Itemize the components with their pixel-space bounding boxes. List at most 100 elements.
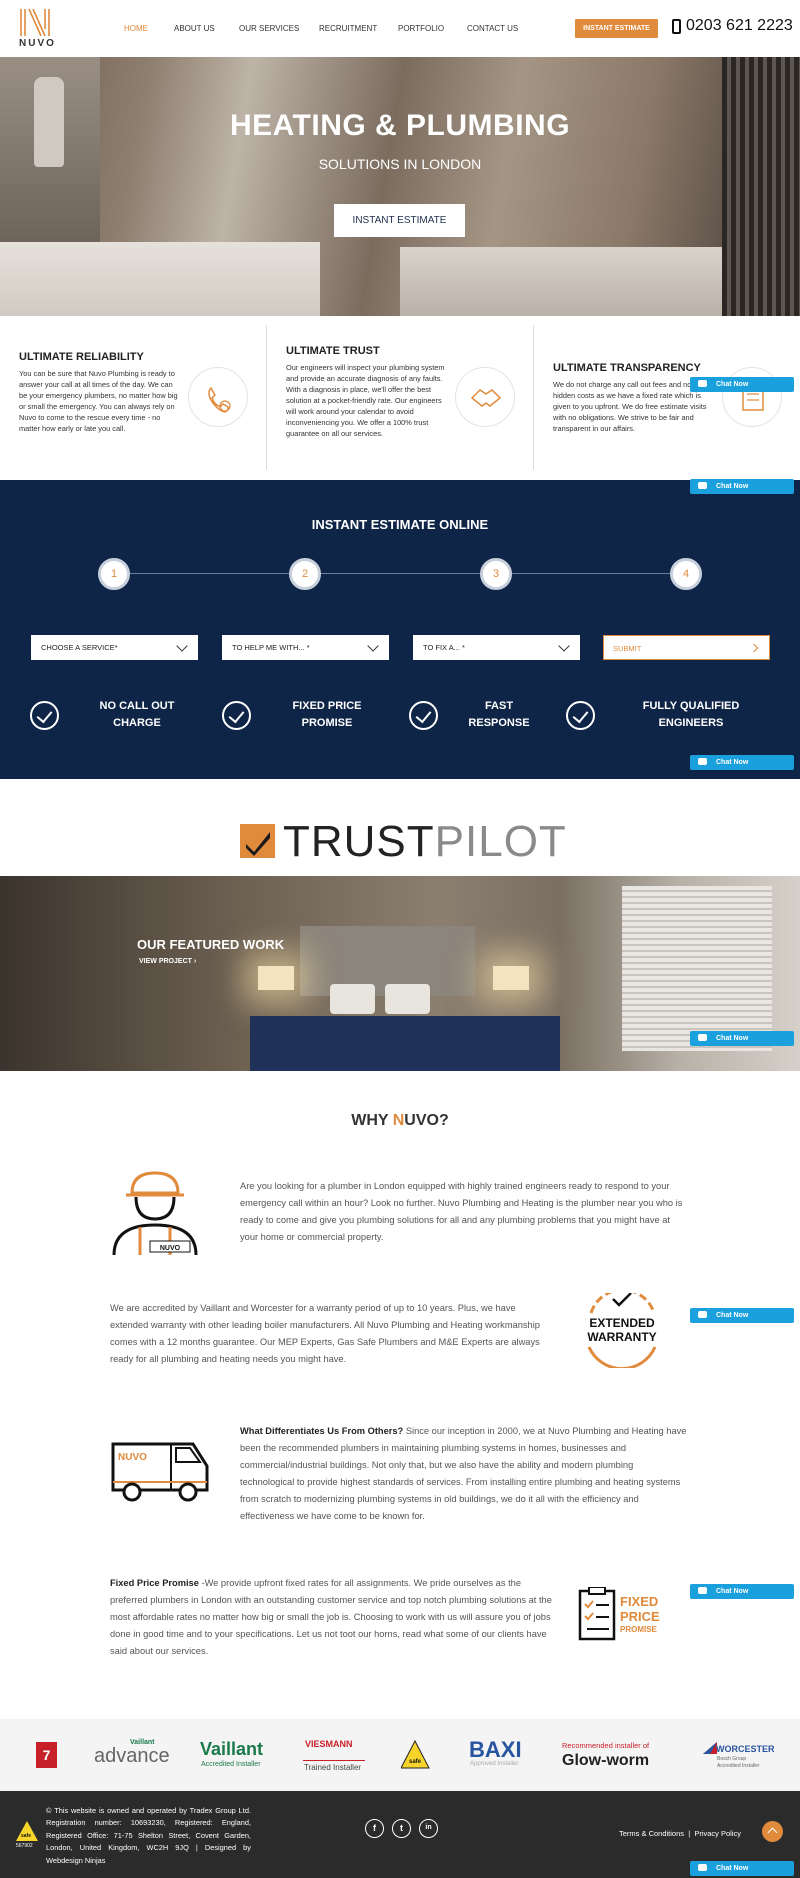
nav-recruitment[interactable]: RECRUITMENT bbox=[319, 24, 377, 33]
help-with-select[interactable]: TO HELP ME WITH... * bbox=[222, 635, 389, 660]
featured-image-bed bbox=[250, 1016, 560, 1071]
feature-divider bbox=[266, 325, 267, 470]
viessmann-logo: VIESMANN bbox=[305, 1739, 353, 1749]
benefit-fast-response: FAST RESPONSE bbox=[449, 698, 549, 732]
back-to-top-button[interactable] bbox=[762, 1821, 783, 1842]
chevron-right-icon bbox=[749, 643, 759, 653]
submit-button[interactable]: SUBMIT bbox=[603, 635, 770, 660]
chat-now-label: Chat Now bbox=[716, 381, 749, 388]
gas-safe-logo: safe bbox=[409, 1759, 422, 1765]
worcester-flag-icon bbox=[703, 1742, 717, 1754]
glowworm-recommended-text: Recommended installer of bbox=[562, 1741, 650, 1750]
featured-image-lamp bbox=[493, 966, 529, 990]
chat-now-label: Chat Now bbox=[716, 759, 749, 766]
nav-about-us[interactable]: ABOUT US bbox=[174, 24, 215, 33]
nav-contact-us[interactable]: CONTACT US bbox=[467, 24, 518, 33]
instant-estimate-section: INSTANT ESTIMATE ONLINE 1 2 3 4 CHOOSE A… bbox=[0, 480, 800, 779]
estimate-title: INSTANT ESTIMATE ONLINE bbox=[311, 517, 489, 532]
help-with-select-value: TO HELP ME WITH... * bbox=[232, 643, 310, 652]
featured-work-banner[interactable]: OUR FEATURED WORK VIEW PROJECT › bbox=[0, 876, 800, 1071]
chat-now-button[interactable]: Chat Now bbox=[690, 377, 794, 392]
nav-our-services[interactable]: OUR SERVICES bbox=[239, 24, 299, 33]
chat-now-button[interactable]: Chat Now bbox=[690, 479, 794, 494]
fpp-line-1: FIXED bbox=[620, 1594, 658, 1609]
chat-bubble-icon bbox=[698, 380, 707, 387]
baxi-logo: BAXI bbox=[469, 1737, 522, 1762]
hero-estimate-button[interactable]: INSTANT ESTIMATE bbox=[334, 204, 465, 237]
van-icon: NUVO bbox=[111, 1442, 209, 1502]
viessmann-trained-text: Trained Installer bbox=[304, 1763, 362, 1772]
phone-icon bbox=[672, 19, 681, 34]
steps-connector-line bbox=[115, 573, 685, 574]
phone-number[interactable]: 0203 621 2223 bbox=[686, 17, 793, 35]
handshake-icon bbox=[470, 389, 502, 407]
glowworm-logo: Glow-worm bbox=[562, 1752, 650, 1769]
header-estimate-button[interactable]: INSTANT ESTIMATE bbox=[575, 19, 658, 38]
linkedin-icon[interactable]: in bbox=[419, 1819, 438, 1838]
view-project-label: VIEW PROJECT bbox=[139, 958, 192, 965]
partners-strip: 7 Vaillant advance Vaillant Accredited I… bbox=[0, 1719, 800, 1791]
engineer-badge-text: NUVO bbox=[160, 1245, 181, 1252]
trustpilot-logo-icon bbox=[240, 824, 275, 858]
feature-title-trust: ULTIMATE TRUST bbox=[286, 345, 380, 357]
fix-select[interactable]: TO FIX A... * bbox=[413, 635, 580, 660]
hero-image-sink bbox=[0, 242, 320, 316]
why-paragraph-3-text: Since our inception in 2000, we at Nuvo … bbox=[240, 1426, 687, 1521]
site-header: NUVO HOME ABOUT US OUR SERVICES RECRUITM… bbox=[0, 0, 800, 57]
trustpilot-logo[interactable]: TRUSTPILOT bbox=[283, 817, 567, 867]
chat-now-button[interactable]: Chat Now bbox=[690, 755, 794, 770]
step-2: 2 bbox=[289, 558, 321, 590]
step-3: 3 bbox=[480, 558, 512, 590]
phone-24-icon bbox=[208, 386, 231, 413]
chevron-down-icon bbox=[558, 640, 570, 652]
benefit-qualified-engineers: FULLY QUALIFIED ENGINEERS bbox=[630, 698, 752, 732]
fpp-line-2: PRICE bbox=[620, 1609, 660, 1624]
nuvo-logo-icon[interactable] bbox=[19, 9, 51, 36]
worcester-logo: WORCESTER bbox=[716, 1744, 775, 1754]
chat-now-button[interactable]: Chat Now bbox=[690, 1584, 794, 1599]
van-label: NUVO bbox=[118, 1452, 147, 1463]
why-paragraph-2: We are accredited by Vaillant and Worces… bbox=[110, 1303, 540, 1364]
fix-select-value: TO FIX A... * bbox=[423, 643, 465, 652]
check-circle-icon bbox=[566, 701, 595, 730]
benefit-line: RESPONSE bbox=[468, 717, 530, 729]
privacy-link[interactable]: Privacy Policy bbox=[694, 1829, 741, 1838]
twitter-icon[interactable]: t bbox=[392, 1819, 411, 1838]
hero-title: HEATING & PLUMBING bbox=[229, 109, 571, 142]
chat-bubble-icon bbox=[698, 482, 707, 489]
feature-icon-reliability bbox=[188, 367, 248, 427]
check-circle-icon bbox=[222, 701, 251, 730]
nav-home[interactable]: HOME bbox=[124, 24, 148, 33]
chat-now-button[interactable]: Chat Now bbox=[690, 1861, 794, 1876]
chat-bubble-icon bbox=[698, 758, 707, 765]
benefit-line: ENGINEERS bbox=[658, 717, 724, 729]
gas-safe-number: 567902 bbox=[16, 1843, 33, 1849]
chat-bubble-icon bbox=[698, 1587, 707, 1594]
service-select[interactable]: CHOOSE A SERVICE* bbox=[31, 635, 198, 660]
nav-portfolio[interactable]: PORTFOLIO bbox=[398, 24, 444, 33]
benefit-no-call-out: NO CALL OUT CHARGE bbox=[87, 698, 187, 732]
why-title-n: N bbox=[392, 1112, 405, 1129]
worcester-sub: Bosch Group bbox=[717, 1756, 747, 1762]
benefit-line: PROMISE bbox=[301, 717, 353, 729]
featured-work-title: OUR FEATURED WORK bbox=[137, 937, 285, 952]
extended-warranty-icon: EXTENDED WARRANTY bbox=[587, 1293, 657, 1368]
facebook-icon[interactable]: f bbox=[365, 1819, 384, 1838]
trustpilot-check-icon bbox=[246, 832, 270, 856]
view-project-link[interactable]: VIEW PROJECT › bbox=[139, 958, 196, 965]
terms-link[interactable]: Terms & Conditions bbox=[619, 1829, 684, 1838]
chat-now-label: Chat Now bbox=[716, 1312, 749, 1319]
chevron-down-icon bbox=[367, 640, 379, 652]
chat-now-button[interactable]: Chat Now bbox=[690, 1031, 794, 1046]
feature-title-transparency: ULTIMATE TRANSPARENCY bbox=[553, 362, 701, 374]
feature-title-reliability: ULTIMATE RELIABILITY bbox=[19, 351, 144, 363]
why-paragraph-4: Fixed Price Promise -We provide upfront … bbox=[110, 1575, 558, 1660]
logo-wordmark[interactable]: NUVO bbox=[19, 38, 56, 49]
engineer-icon: NUVO bbox=[112, 1171, 198, 1256]
chat-now-button[interactable]: Chat Now bbox=[690, 1308, 794, 1323]
feature-icon-transparency bbox=[722, 367, 782, 427]
why-paragraph-1: Are you looking for a plumber in London … bbox=[240, 1181, 683, 1242]
advance-logo: advance bbox=[94, 1745, 170, 1767]
worcester-accredited: Accredited Installer bbox=[717, 1763, 760, 1769]
vaillant-accredited-text: Accredited Installer bbox=[201, 1761, 261, 1768]
